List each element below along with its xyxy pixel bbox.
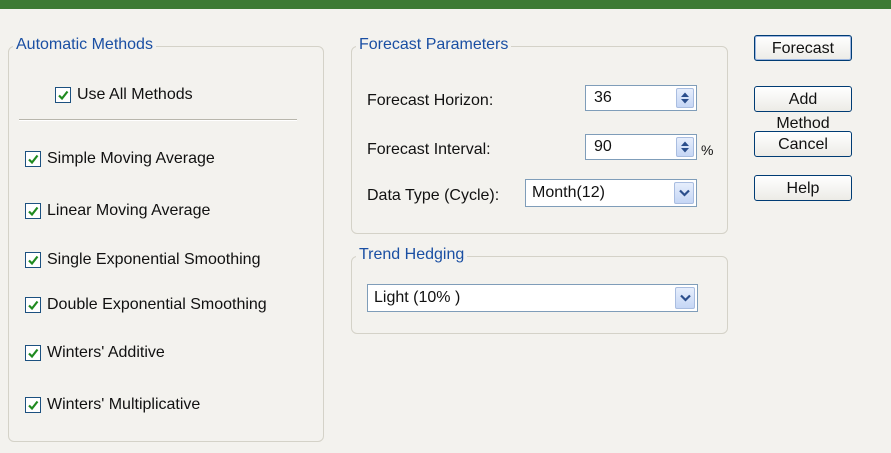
checkbox-icon[interactable] — [25, 345, 41, 361]
data-type-label: Data Type (Cycle): — [367, 187, 500, 204]
forecast-interval-label: Forecast Interval: — [367, 141, 491, 158]
forecast-horizon-input[interactable]: 36 — [585, 85, 697, 111]
trend-hedging-select[interactable]: Light (10% ) — [367, 284, 698, 312]
checkbox-icon[interactable] — [55, 87, 71, 103]
method-label: Linear Moving Average — [47, 202, 211, 219]
forecast-interval-value: 90 — [594, 138, 612, 155]
trend-hedging-value: Light (10% ) — [374, 289, 461, 306]
forecast-interval-unit: % — [701, 142, 714, 158]
spinner-icon[interactable] — [676, 137, 694, 157]
method-simple-moving-average[interactable]: Simple Moving Average — [25, 150, 215, 168]
trend-hedging-legend: Trend Hedging — [356, 246, 468, 264]
checkbox-icon[interactable] — [25, 297, 41, 313]
method-winters-multiplicative[interactable]: Winters' Multiplicative — [25, 396, 200, 414]
method-label: Winters' Multiplicative — [47, 396, 201, 413]
method-single-exponential-smoothing[interactable]: Single Exponential Smoothing — [25, 251, 260, 269]
forecast-horizon-value: 36 — [594, 89, 612, 106]
forecast-interval-input[interactable]: 90 — [585, 134, 697, 160]
automatic-methods-group: Automatic Methods Use All Methods Simple… — [8, 36, 324, 442]
title-bar — [0, 0, 891, 9]
forecast-parameters-group: Forecast Parameters Forecast Horizon: 36… — [351, 36, 728, 234]
forecast-button[interactable]: Forecast — [754, 35, 852, 61]
method-label: Winters' Additive — [47, 344, 165, 361]
use-all-methods-label: Use All Methods — [77, 86, 193, 103]
method-label: Single Exponential Smoothing — [47, 251, 261, 268]
forecast-horizon-label: Forecast Horizon: — [367, 92, 494, 109]
add-method-button[interactable]: Add Method — [754, 86, 852, 132]
checkbox-icon[interactable] — [25, 203, 41, 219]
methods-divider — [19, 119, 297, 121]
forecast-parameters-legend: Forecast Parameters — [356, 36, 512, 54]
checkbox-icon[interactable] — [25, 397, 41, 413]
chevron-down-icon[interactable] — [675, 287, 695, 309]
data-type-select[interactable]: Month(12) — [525, 179, 697, 207]
spinner-icon[interactable] — [676, 88, 694, 108]
chevron-down-icon[interactable] — [674, 182, 694, 204]
cancel-button[interactable]: Cancel — [754, 131, 852, 157]
help-button[interactable]: Help — [754, 175, 852, 201]
method-winters-additive[interactable]: Winters' Additive — [25, 344, 165, 362]
trend-hedging-group: Trend Hedging Light (10% ) — [351, 246, 728, 334]
method-double-exponential-smoothing[interactable]: Double Exponential Smoothing — [25, 296, 267, 314]
checkbox-icon[interactable] — [25, 151, 41, 167]
automatic-methods-legend: Automatic Methods — [13, 36, 156, 54]
method-label: Simple Moving Average — [47, 150, 215, 167]
method-linear-moving-average[interactable]: Linear Moving Average — [25, 202, 210, 220]
data-type-value: Month(12) — [532, 184, 605, 201]
use-all-methods-checkbox[interactable]: Use All Methods — [55, 86, 193, 104]
checkbox-icon[interactable] — [25, 252, 41, 268]
method-label: Double Exponential Smoothing — [47, 296, 267, 313]
